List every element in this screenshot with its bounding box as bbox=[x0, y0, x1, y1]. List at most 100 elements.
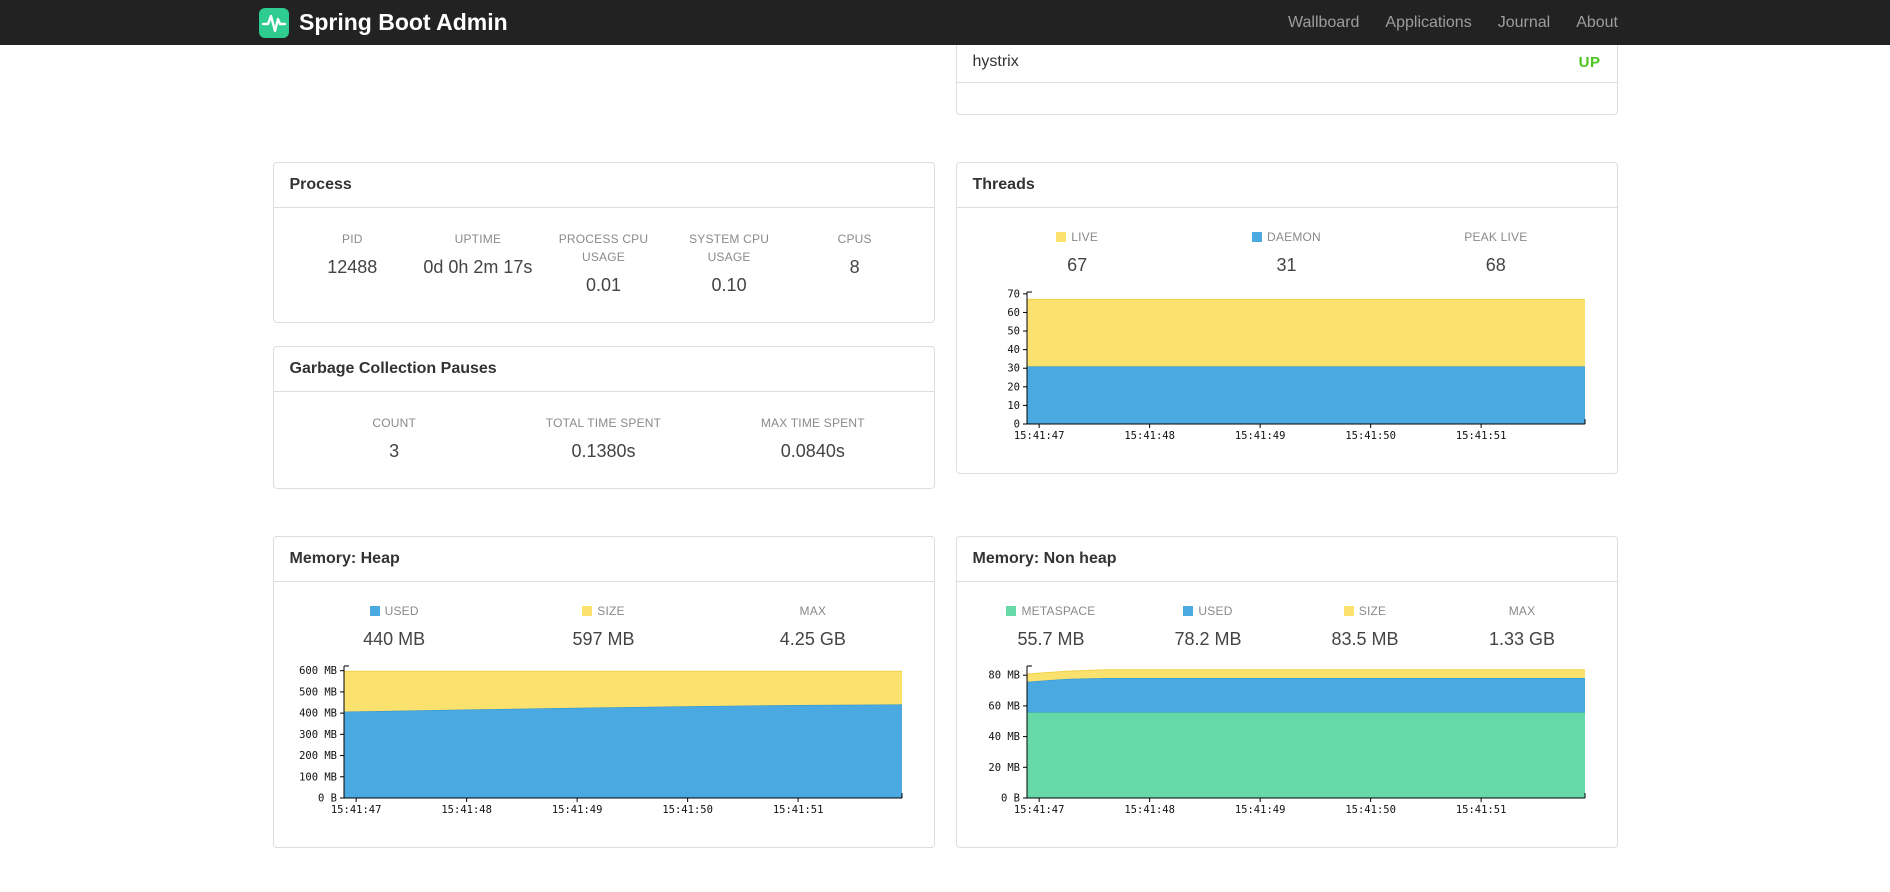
svg-text:15:41:49: 15:41:49 bbox=[551, 804, 602, 816]
metric-label: COUNT bbox=[372, 416, 416, 430]
metric-value: 597 MB bbox=[572, 629, 635, 649]
svg-text:40: 40 bbox=[1007, 344, 1020, 356]
memory-nonheap-panel: Memory: Non heap METASPACE 55.7 MB USED … bbox=[955, 536, 1618, 848]
metric-value: 68 bbox=[1485, 255, 1506, 275]
metric: USED 78.2 MB bbox=[1130, 602, 1287, 650]
metric-label: SIZE bbox=[1358, 604, 1387, 618]
metric-label: USED bbox=[384, 604, 419, 618]
metric-label: PID bbox=[341, 232, 363, 246]
navbar-inner: Spring Boot Admin Wallboard Applications… bbox=[259, 0, 1631, 45]
metric-label-row: SIZE bbox=[1287, 602, 1444, 620]
svg-text:400 MB: 400 MB bbox=[299, 708, 337, 720]
metric: CPUS 8 bbox=[792, 230, 918, 296]
health-service-name: hystrix bbox=[972, 53, 1019, 70]
metric-label-row: CPUS bbox=[792, 230, 918, 248]
memory-heap-panel-body: USED 440 MB SIZE 597 MB MAX 4.25 GB 0 B … bbox=[274, 582, 934, 847]
metric-label: MAX TIME SPENT bbox=[760, 416, 865, 430]
heap-chart-wrap: 0 B 100 MB 200 MB 300 MB 400 MB 500 MB 600 MB 1… bbox=[290, 660, 918, 822]
metric-label: SIZE bbox=[597, 604, 625, 618]
metric-label-row: MAX bbox=[708, 602, 917, 620]
svg-text:40 MB: 40 MB bbox=[988, 731, 1020, 743]
svg-text:15:41:51: 15:41:51 bbox=[772, 804, 823, 816]
metric-value: 0.1380s bbox=[571, 441, 636, 461]
metric-label: LIVE bbox=[1071, 230, 1099, 244]
metric-label: TOTAL TIME SPENT bbox=[545, 416, 662, 430]
nav-link[interactable]: Journal bbox=[1485, 14, 1563, 32]
metric: UPTIME 0d 0h 2m 17s bbox=[415, 230, 541, 296]
svg-text:60 MB: 60 MB bbox=[988, 700, 1020, 712]
metric-label-row: SYSTEM CPU USAGE bbox=[666, 230, 792, 266]
metric: SYSTEM CPU USAGE 0.10 bbox=[666, 230, 792, 296]
nav-link[interactable]: Wallboard bbox=[1275, 14, 1372, 32]
metric-value: 55.7 MB bbox=[1017, 629, 1085, 649]
dashboard-grid: hystrix UP Process PID 12488 UPTIME 0d 0… bbox=[272, 45, 1618, 848]
metric-value: 31 bbox=[1276, 255, 1297, 275]
svg-text:20 MB: 20 MB bbox=[988, 762, 1020, 774]
metric-label-row: COUNT bbox=[290, 414, 499, 432]
threads-panel-title: Threads bbox=[956, 163, 1617, 208]
metric-label: PROCESS CPU USAGE bbox=[558, 232, 649, 264]
metric-label-row: TOTAL TIME SPENT bbox=[499, 414, 708, 432]
svg-text:15:41:48: 15:41:48 bbox=[1124, 430, 1175, 442]
svg-text:60: 60 bbox=[1007, 307, 1020, 319]
metric-value: 78.2 MB bbox=[1174, 629, 1242, 649]
legend-swatch bbox=[582, 606, 593, 616]
svg-text:15:41:48: 15:41:48 bbox=[1124, 804, 1175, 816]
svg-text:30: 30 bbox=[1007, 363, 1020, 375]
metric: PROCESS CPU USAGE 0.01 bbox=[541, 230, 667, 296]
svg-text:0 B: 0 B bbox=[1001, 793, 1020, 805]
left-panel-stack: Process PID 12488 UPTIME 0d 0h 2m 17s PR… bbox=[272, 162, 935, 489]
metric: PEAK LIVE 68 bbox=[1391, 228, 1600, 276]
metric-value: 12488 bbox=[327, 257, 378, 277]
metric-value: 83.5 MB bbox=[1331, 629, 1399, 649]
metric-value: 0.10 bbox=[711, 275, 747, 295]
metric: MAX 4.25 GB bbox=[708, 602, 917, 650]
metric-label: PEAK LIVE bbox=[1464, 230, 1528, 244]
metric-value: 0d 0h 2m 17s bbox=[423, 257, 533, 277]
svg-text:15:41:50: 15:41:50 bbox=[1345, 804, 1396, 816]
metric: SIZE 597 MB bbox=[499, 602, 708, 650]
metric-value: 8 bbox=[849, 257, 860, 277]
legend-swatch bbox=[1252, 232, 1263, 242]
svg-text:15:41:47: 15:41:47 bbox=[330, 804, 381, 816]
metric-label-row: DAEMON bbox=[1182, 228, 1391, 246]
svg-text:15:41:48: 15:41:48 bbox=[441, 804, 492, 816]
nav-link[interactable]: Applications bbox=[1372, 14, 1484, 32]
metric-label-row: PID bbox=[290, 230, 416, 248]
brand[interactable]: Spring Boot Admin bbox=[259, 7, 508, 38]
metric-label-row: PROCESS CPU USAGE bbox=[541, 230, 667, 266]
metric-label-row: MAX bbox=[1444, 602, 1601, 620]
threads-panel-body: LIVE 67 DAEMON 31 PEAK LIVE 68 0 10 20 3… bbox=[957, 208, 1617, 473]
metric-label: MAX bbox=[799, 604, 827, 618]
svg-text:15:41:51: 15:41:51 bbox=[1455, 430, 1506, 442]
nav-link[interactable]: About bbox=[1563, 14, 1631, 32]
nonheap-metrics: METASPACE 55.7 MB USED 78.2 MB SIZE 83.5… bbox=[973, 602, 1601, 650]
metric-label: USED bbox=[1198, 604, 1233, 618]
metric: PID 12488 bbox=[290, 230, 416, 296]
metric-value: 0.01 bbox=[585, 275, 621, 295]
svg-text:15:41:47: 15:41:47 bbox=[1013, 430, 1064, 442]
process-panel: Process PID 12488 UPTIME 0d 0h 2m 17s PR… bbox=[272, 162, 935, 323]
threads-chart-wrap: 0 10 20 30 40 50 60 70 15:41:47 15:41:48 15:41:49 1… bbox=[973, 286, 1601, 448]
metric-value: 440 MB bbox=[363, 629, 426, 649]
process-panel-body: PID 12488 UPTIME 0d 0h 2m 17s PROCESS CP… bbox=[274, 208, 934, 322]
svg-text:15:41:51: 15:41:51 bbox=[1455, 804, 1506, 816]
memory-heap-panel: Memory: Heap USED 440 MB SIZE 597 MB MAX… bbox=[272, 536, 935, 848]
health-row: hystrix UP bbox=[956, 45, 1617, 83]
svg-text:15:41:50: 15:41:50 bbox=[662, 804, 713, 816]
metric-label: METASPACE bbox=[1021, 604, 1096, 618]
health-panel-partial: hystrix UP bbox=[955, 45, 1618, 115]
svg-text:100 MB: 100 MB bbox=[299, 771, 337, 783]
svg-text:0 B: 0 B bbox=[318, 793, 337, 805]
metric: TOTAL TIME SPENT 0.1380s bbox=[499, 414, 708, 462]
metric-value: 67 bbox=[1067, 255, 1088, 275]
metric: MAX TIME SPENT 0.0840s bbox=[708, 414, 917, 462]
svg-text:10: 10 bbox=[1007, 400, 1020, 412]
svg-text:70: 70 bbox=[1007, 288, 1020, 300]
threads-panel: Threads LIVE 67 DAEMON 31 PEAK LIVE 68 0… bbox=[955, 162, 1618, 474]
process-metrics: PID 12488 UPTIME 0d 0h 2m 17s PROCESS CP… bbox=[290, 230, 918, 296]
metric-label: SYSTEM CPU USAGE bbox=[689, 232, 770, 264]
metric: SIZE 83.5 MB bbox=[1287, 602, 1444, 650]
page: Spring Boot Admin Wallboard Applications… bbox=[0, 0, 1890, 892]
threads-chart: 0 10 20 30 40 50 60 70 15:41:47 15:41:48 15:41:49 1… bbox=[1007, 288, 1585, 442]
